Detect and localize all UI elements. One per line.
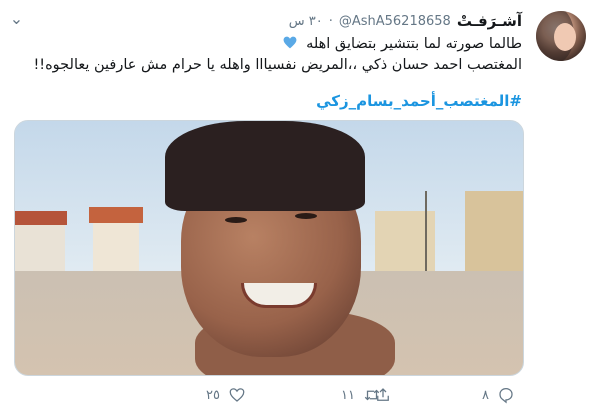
tweet-text-line-1-text: طالما صورته لما بتتشير بتضايق اهله [306, 36, 522, 52]
like-button[interactable]: ٢٥ [206, 383, 246, 407]
reply-icon [499, 387, 513, 404]
roof [89, 207, 143, 223]
heart-icon [229, 388, 245, 402]
tweet-actions: ٨ ١١ ٢٥ [0, 383, 600, 407]
building [93, 219, 139, 271]
person-eye-left [225, 217, 247, 223]
tweet-photo[interactable] [14, 120, 524, 376]
reply-button[interactable]: ٨ [482, 383, 515, 407]
tweet-text-line-1: طالما صورته لما بتتشير بتضايق اهله [22, 34, 522, 55]
hashtag-link[interactable]: #المغتصب_أحمد_بسام_زكي [316, 92, 522, 110]
tweet-card: ⌄ آشـرَفـتْ @AshA56218658 · ٣٠ س طالما ص… [0, 0, 600, 416]
retweet-count: ١١ [341, 387, 355, 403]
reply-count: ٨ [482, 387, 489, 403]
retweet-button[interactable]: ١١ [341, 383, 381, 407]
person-hair [165, 121, 365, 211]
building [465, 191, 523, 271]
more-options-icon[interactable]: ⌄ [6, 11, 28, 27]
pole [425, 191, 427, 271]
retweet-icon [364, 389, 380, 401]
tweet-header: آشـرَفـتْ @AshA56218658 · ٣٠ س [289, 12, 522, 30]
photo-buildings-left [15, 207, 145, 271]
tweet-text: طالما صورته لما بتتشير بتضايق اهله المغت… [22, 34, 522, 76]
photo-person [155, 121, 415, 375]
handle[interactable]: @AshA56218658 [339, 14, 451, 29]
like-count: ٢٥ [206, 387, 220, 403]
person-eye-right [295, 213, 317, 219]
roof [15, 211, 67, 225]
avatar-face [554, 23, 576, 51]
timestamp[interactable]: ٣٠ س [289, 14, 323, 29]
blue-heart-icon [284, 36, 297, 49]
tweet-text-line-2: المغتصب احمد حسان ذكي ،،المريض نفسيااا و… [33, 57, 522, 73]
building [15, 221, 65, 271]
separator-dot: · [328, 13, 333, 29]
display-name[interactable]: آشـرَفـتْ [457, 12, 522, 30]
avatar[interactable] [536, 11, 586, 61]
